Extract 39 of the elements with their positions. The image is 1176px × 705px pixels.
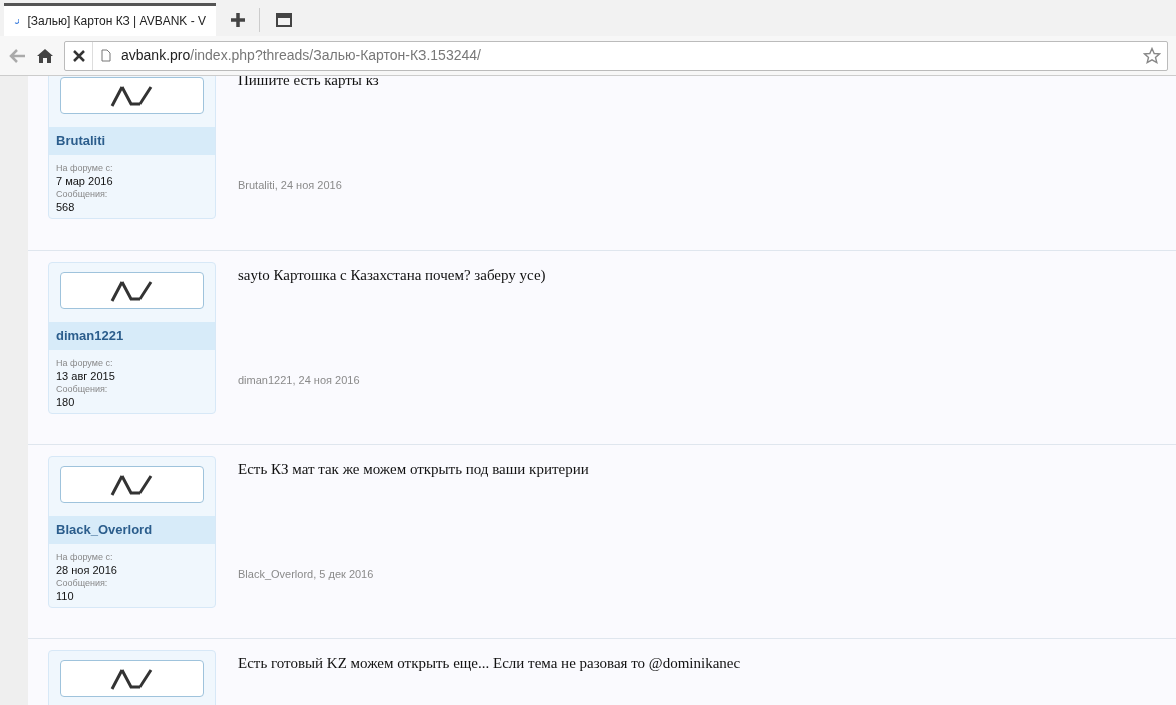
page-icon <box>101 49 111 62</box>
username[interactable]: Black_Overlord <box>49 516 215 544</box>
messages-count: 180 <box>56 396 76 409</box>
browser-tab[interactable]: [Залью] Картон КЗ | AVBANK - V <box>4 3 216 36</box>
avatar[interactable] <box>60 660 204 697</box>
joined-label: На форуме с: <box>56 551 114 564</box>
home-icon[interactable] <box>36 46 54 65</box>
joined-date: 7 мар 2016 <box>56 175 114 188</box>
messages-label: Сообщения: <box>56 188 109 201</box>
post-meta: Brutaliti, 24 ноя 2016 <box>238 177 343 193</box>
messages-label: Сообщения: <box>56 577 109 590</box>
avatar[interactable] <box>60 272 204 309</box>
logo-icon <box>109 473 155 496</box>
joined-label: На форуме с: <box>56 162 114 175</box>
post-meta: Black_Overlord, 5 дек 2016 <box>238 566 375 582</box>
star-icon[interactable] <box>1143 46 1161 65</box>
messages-count: 110 <box>56 590 75 603</box>
logo-icon <box>109 84 155 107</box>
message-text: sayto Картошка с Казахстана почем? заберу усе) <box>238 266 546 285</box>
post-meta: diman1221, 24 ноя 2016 <box>238 372 361 388</box>
url-text: avbank.pro/index.php?threads/Залью-Картон-КЗ.153244/ <box>121 46 481 65</box>
window-icon[interactable] <box>276 13 292 27</box>
avatar[interactable] <box>60 77 204 114</box>
message-text: Есть готовый KZ можем открыть еще... Если тема не разовая то @dominikanec <box>238 654 741 673</box>
avatar[interactable] <box>60 466 204 503</box>
message-text: Есть КЗ мат так же можем открыть под ваши критерии <box>238 460 589 479</box>
address-bar[interactable]: avbank.pro/index.php?threads/Залью-Картон-КЗ.153244/ <box>64 40 1168 71</box>
username[interactable]: Brutaliti <box>49 127 215 155</box>
username[interactable]: diman1221 <box>49 322 215 350</box>
joined-date: 28 ноя 2016 <box>56 564 118 577</box>
logo-icon <box>109 667 155 690</box>
joined-date: 13 авг 2015 <box>56 370 116 383</box>
loading-icon <box>14 16 20 26</box>
logo-icon <box>109 279 155 302</box>
joined-label: На форуме с: <box>56 357 114 370</box>
new-tab-icon[interactable] <box>230 12 246 28</box>
messages-label: Сообщения: <box>56 383 109 396</box>
close-icon[interactable] <box>72 49 85 62</box>
messages-count: 568 <box>56 201 76 214</box>
